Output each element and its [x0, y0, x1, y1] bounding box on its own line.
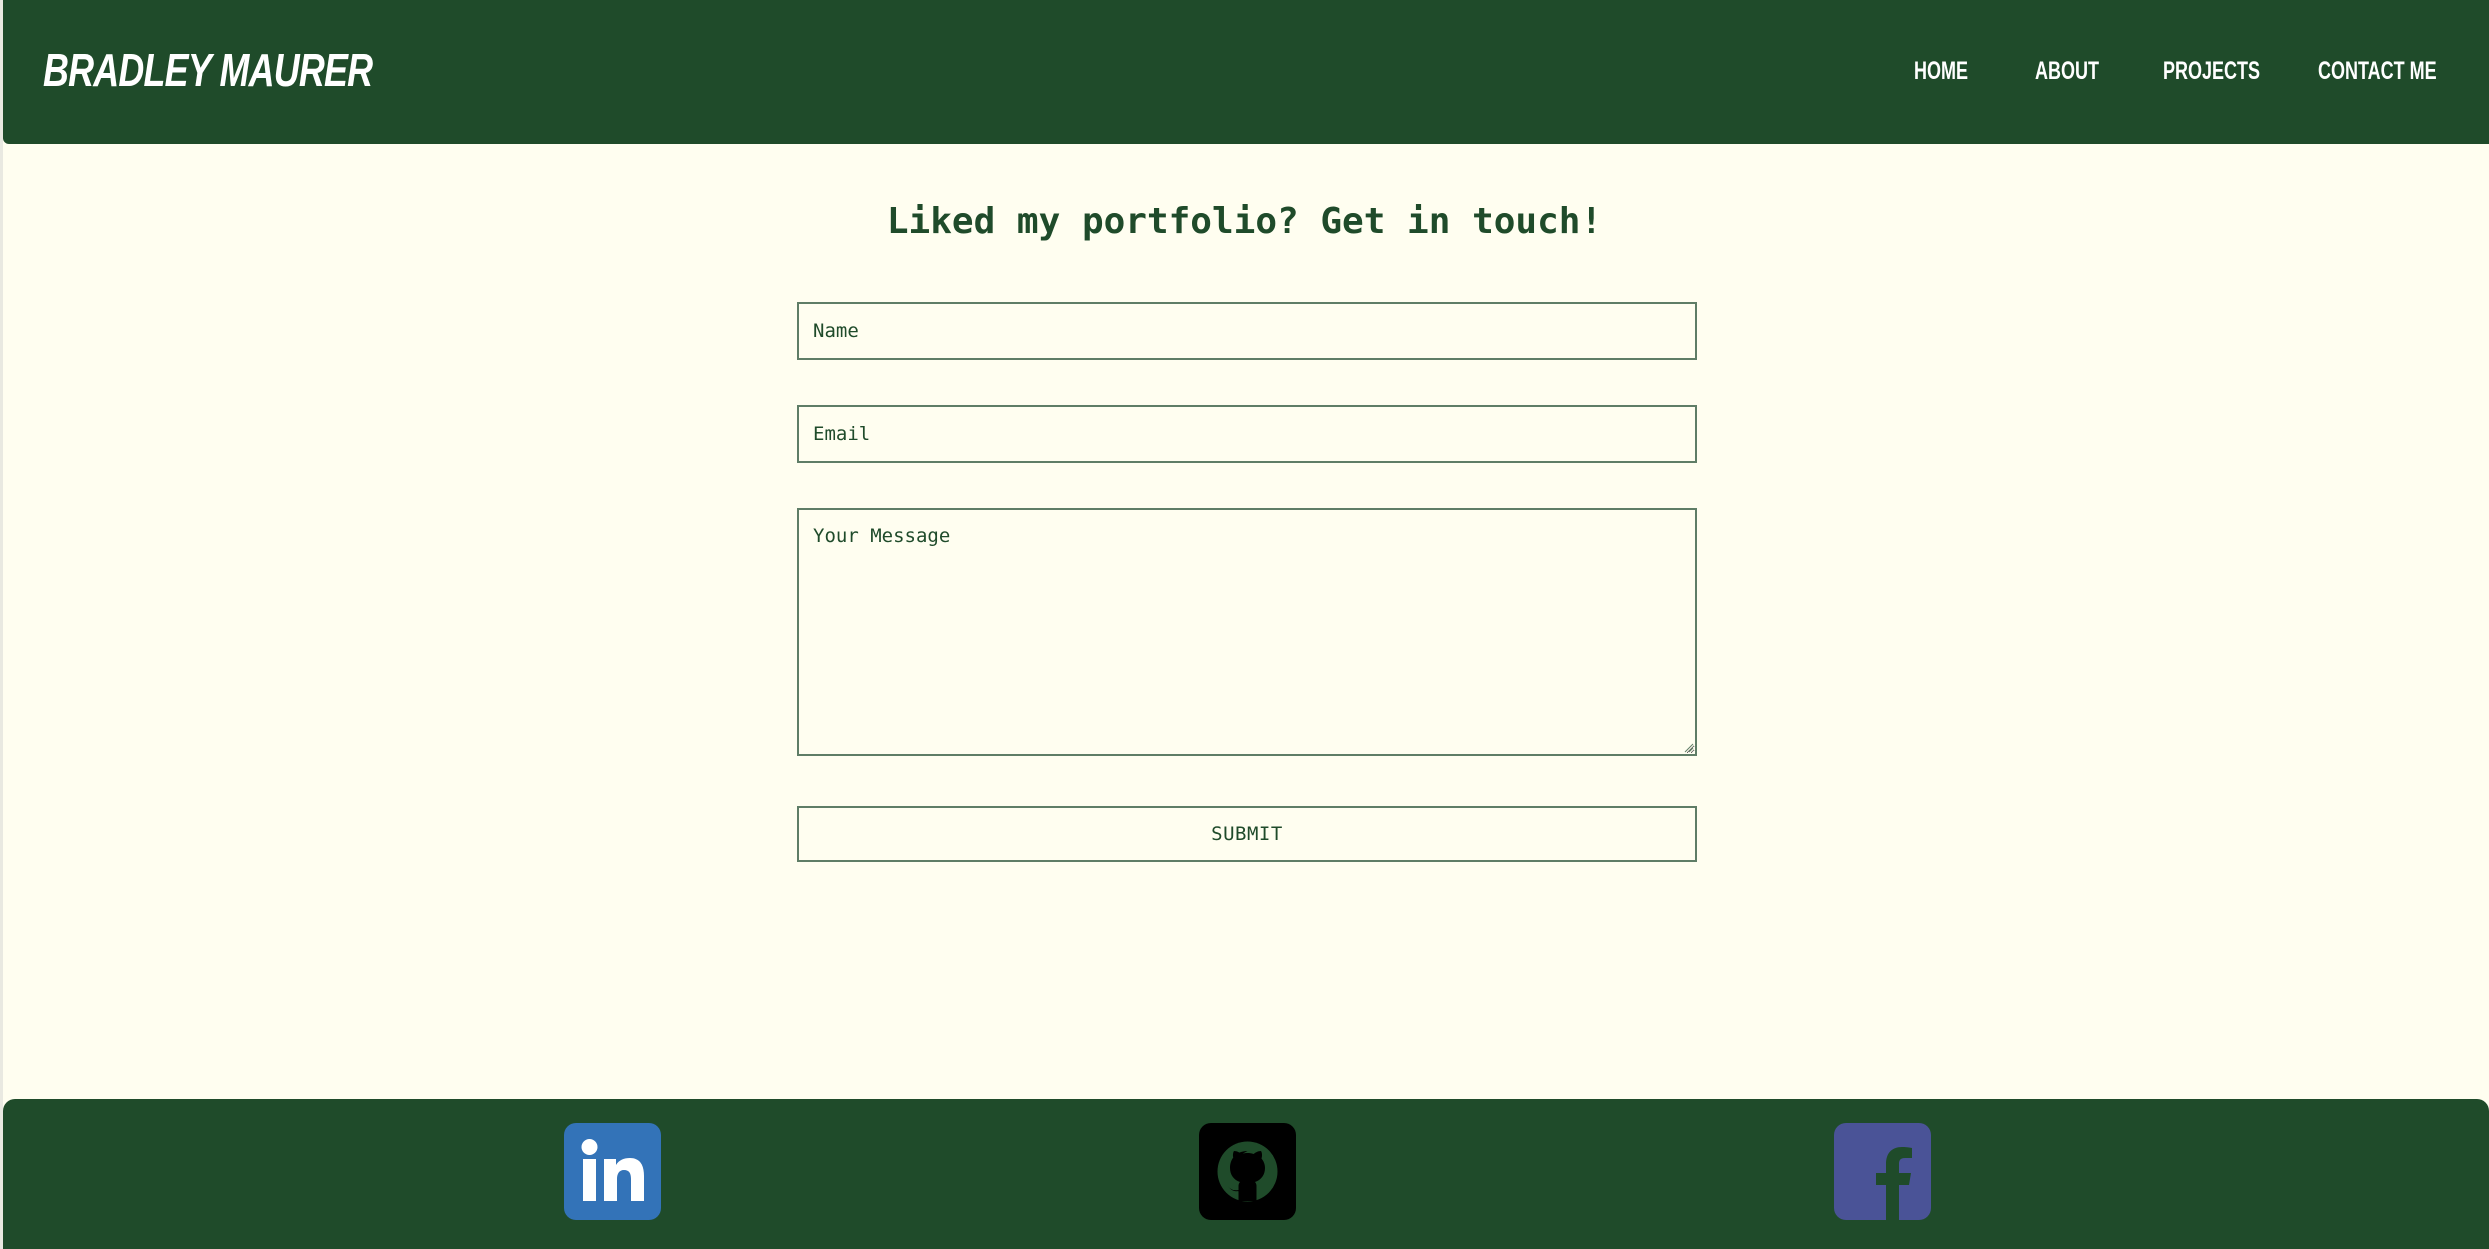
- nav-home[interactable]: HOME: [1914, 54, 1968, 88]
- nav-about[interactable]: ABOUT: [2035, 54, 2099, 88]
- nav-contact-me[interactable]: CONTACT ME: [2318, 54, 2437, 88]
- email-input[interactable]: [797, 405, 1697, 463]
- site-header: BRADLEY MAURER HOME ABOUT PROJECTS CONTA…: [3, 0, 2489, 144]
- linkedin-icon: [581, 1139, 644, 1201]
- contact-heading: Liked my portfolio? Get in touch!: [886, 201, 1603, 243]
- facebook-icon: [1876, 1147, 1912, 1220]
- submit-button[interactable]: SUBMIT: [797, 806, 1697, 862]
- resize-grip-icon[interactable]: [1684, 743, 1694, 753]
- linkedin-link[interactable]: [564, 1123, 661, 1220]
- brand-logo[interactable]: BRADLEY MAURER: [43, 40, 373, 100]
- facebook-link[interactable]: [1834, 1123, 1931, 1220]
- github-link[interactable]: [1199, 1123, 1296, 1220]
- nav-projects[interactable]: PROJECTS: [2163, 54, 2260, 88]
- message-textarea[interactable]: [797, 508, 1697, 756]
- name-input[interactable]: [797, 302, 1697, 360]
- github-icon: [1217, 1141, 1278, 1202]
